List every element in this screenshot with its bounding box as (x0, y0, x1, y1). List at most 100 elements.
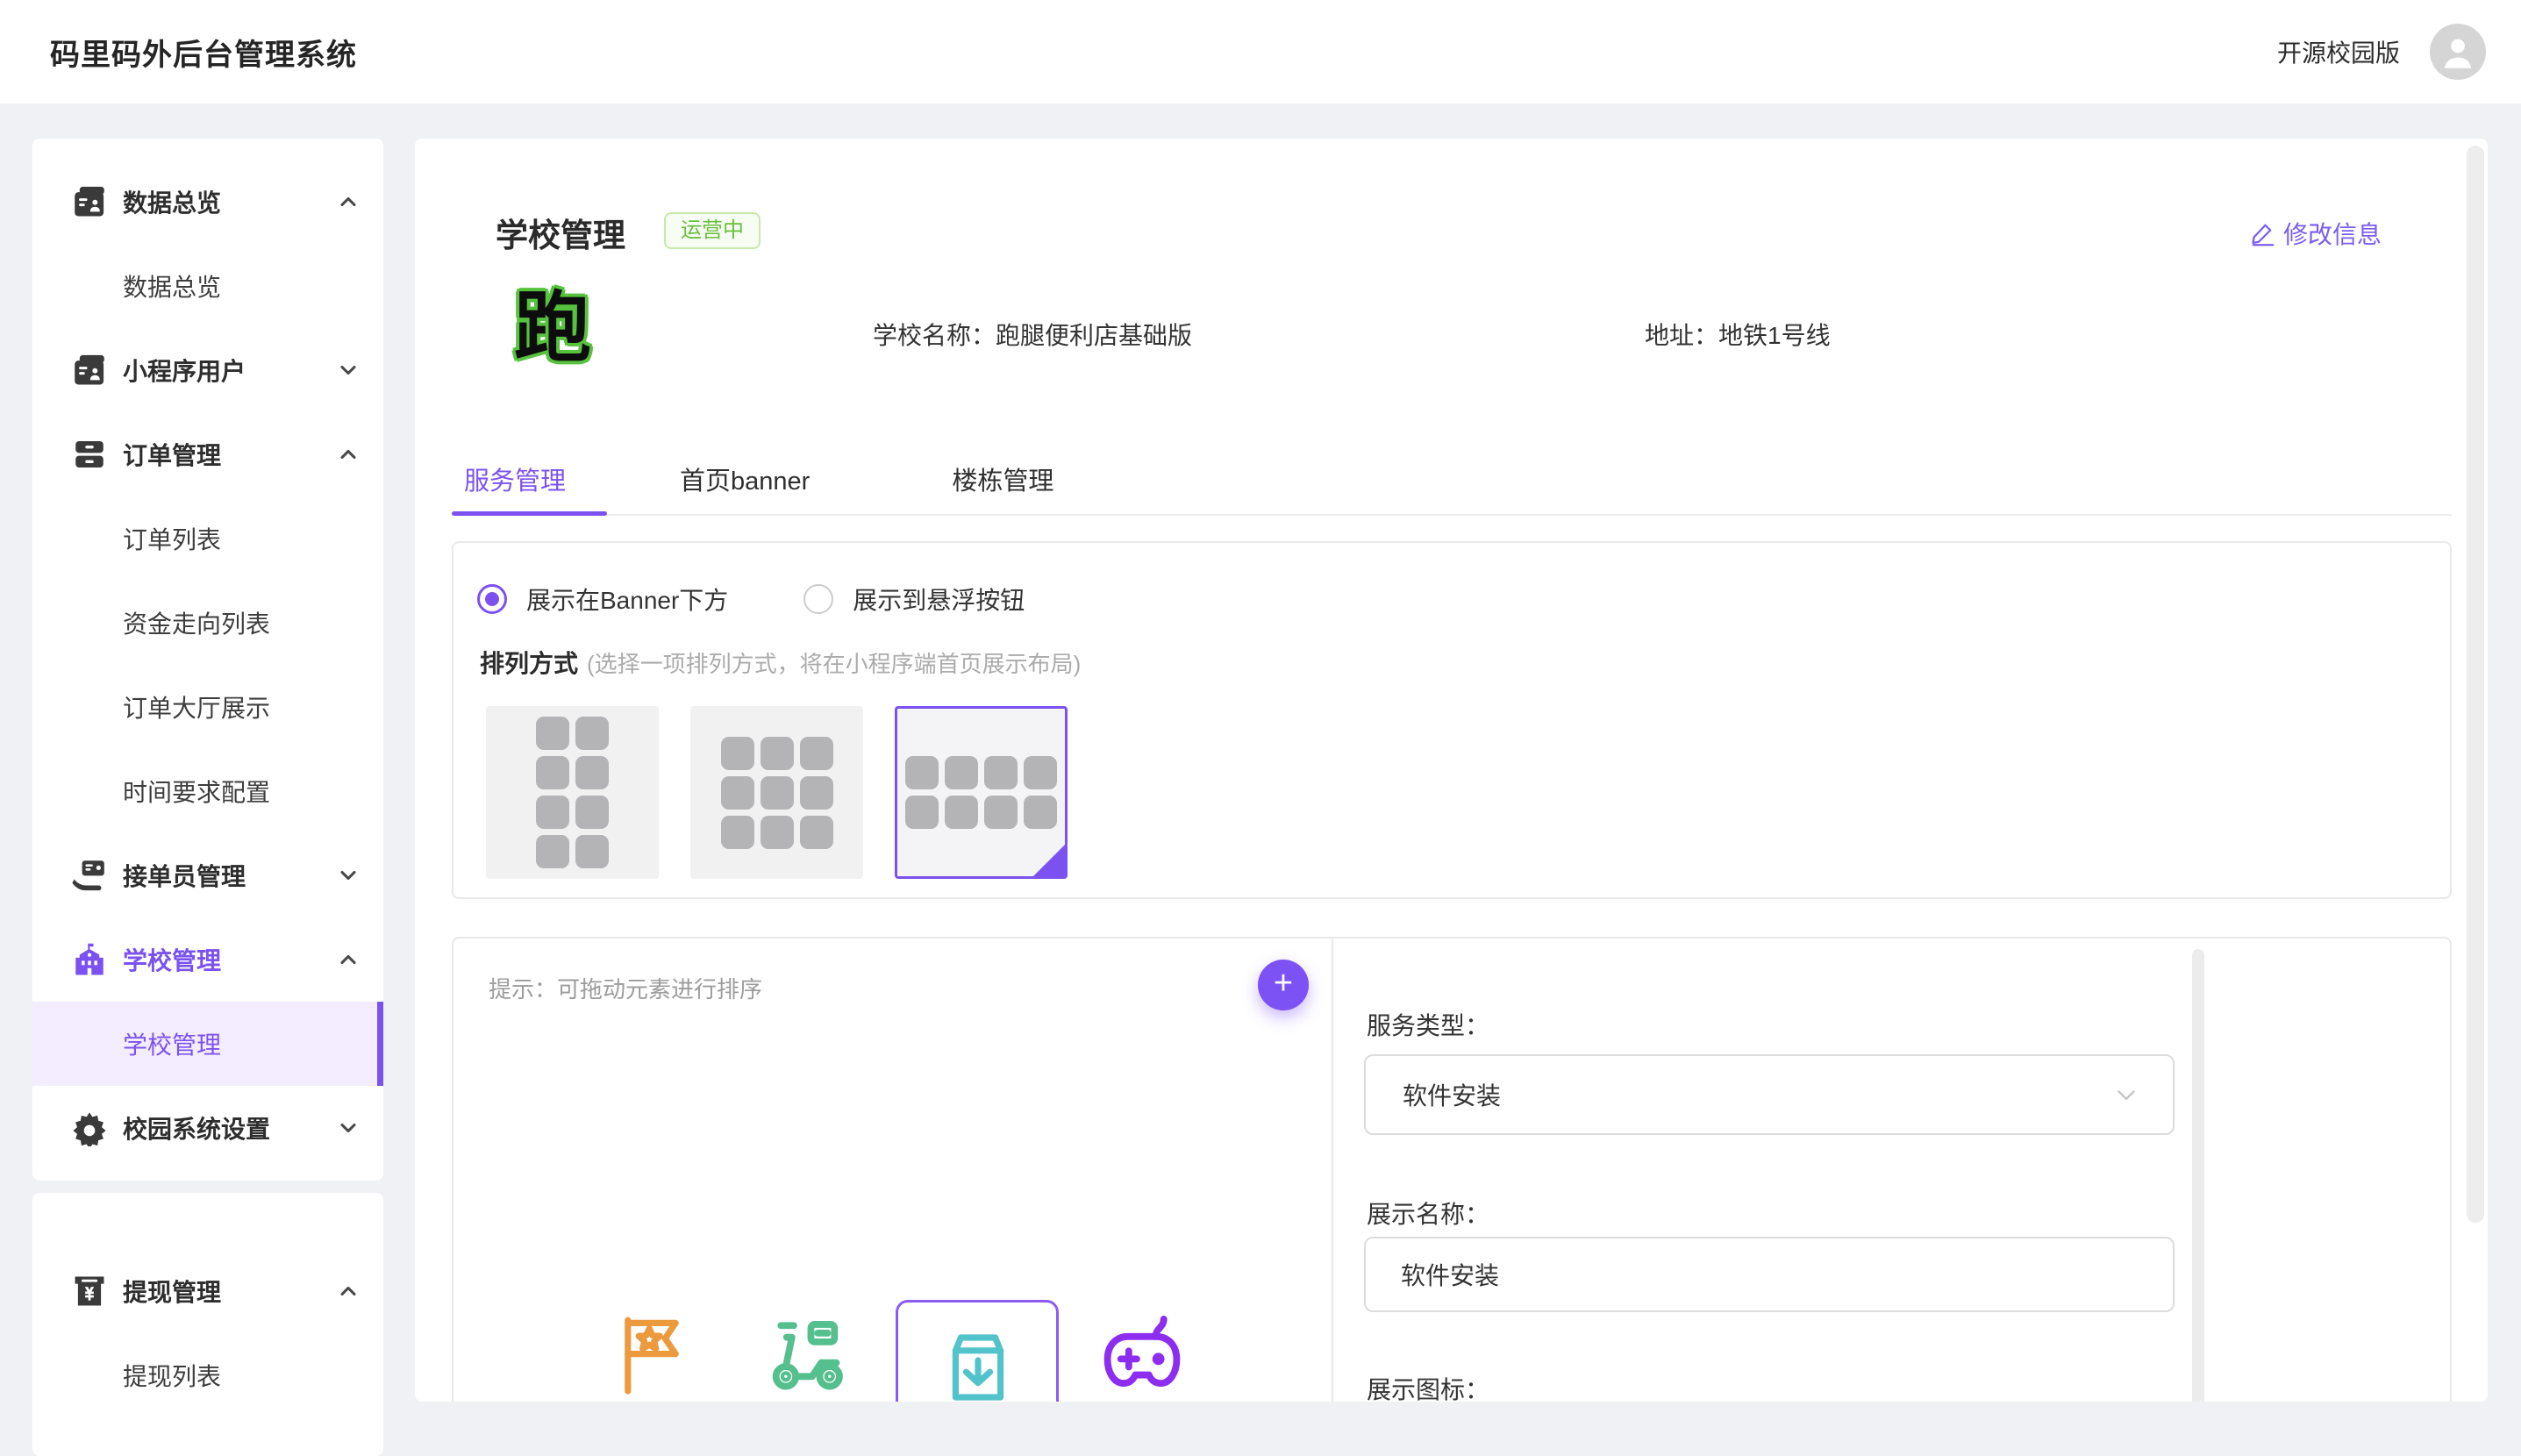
arrangement-section-title: 排列方式(选择一项排列方式，将在小程序端首页展示布局) (480, 645, 1081, 680)
service-icon-flag[interactable] (610, 1310, 694, 1395)
sidebar-item-5[interactable]: 资金走向列表 (32, 581, 383, 665)
sidebar-group-0[interactable]: 提现管理 (32, 1249, 383, 1333)
grid-cell (761, 776, 794, 810)
tab-0[interactable]: 服务管理 (464, 454, 566, 514)
sidebar-secondary: 提现管理提现列表 (32, 1193, 383, 1456)
grid-cell (905, 756, 939, 789)
sidebar-item-6[interactable]: 订单大厅展示 (32, 665, 383, 749)
display-name-input[interactable] (1364, 1237, 2175, 1312)
tab-2[interactable]: 楼栋管理 (952, 454, 1053, 514)
header-right: 开源校园版 (2277, 24, 2486, 80)
grid-cell (800, 816, 833, 849)
user-avatar[interactable] (2430, 24, 2486, 80)
menu-label: 数据总览 (123, 268, 221, 303)
menu-label: 订单管理 (123, 437, 221, 472)
drag-sort-tip: 提示：可拖动元素进行排序 (489, 972, 762, 1004)
layout-grid-preview (905, 756, 1057, 829)
grid-cell (536, 756, 569, 789)
menu-label: 接单员管理 (123, 858, 246, 893)
layout-option-2x4[interactable] (486, 706, 659, 879)
sidebar-group-9[interactable]: 学校管理 (32, 917, 383, 1002)
radio-1[interactable] (803, 584, 833, 614)
school-icon (71, 941, 108, 978)
menu-label: 资金走向列表 (123, 605, 270, 640)
menu-label: 小程序用户 (123, 353, 246, 388)
radio-label-1[interactable]: 展示到悬浮按钮 (853, 582, 1025, 617)
display-name-label: 展示名称： (1367, 1195, 1489, 1231)
grid-cell (536, 717, 569, 750)
menu-label: 提现管理 (123, 1274, 221, 1309)
sidebar-item-4[interactable]: 订单列表 (32, 496, 383, 581)
grid-cell (984, 756, 1018, 789)
sidebar-group-2[interactable]: 小程序用户 (32, 328, 383, 412)
menu-label: 时间要求配置 (123, 774, 270, 809)
idcard-icon (71, 352, 108, 389)
chevron-down-icon (2111, 1080, 2141, 1110)
grid-cell (536, 835, 569, 868)
school-name: 学校名称：跑腿便利店基础版 (873, 317, 1192, 352)
sidebar-item-1[interactable]: 提现列表 (32, 1333, 383, 1417)
service-icon-scooter[interactable] (762, 1307, 853, 1398)
menu-label: 校园系统设置 (123, 1110, 270, 1146)
sidebar-item-7[interactable]: 时间要求配置 (32, 749, 383, 833)
atm-icon (71, 1273, 108, 1310)
radio-0-selected[interactable] (477, 584, 507, 614)
grid-cell (575, 835, 609, 868)
display-settings-panel: 展示在Banner下方 展示到悬浮按钮 排列方式(选择一项排列方式，将在小程序端首… (452, 541, 2452, 899)
status-badge: 运营中 (664, 212, 761, 249)
add-service-button[interactable]: + (1258, 960, 1309, 1010)
layout-option-3x3[interactable] (690, 706, 863, 879)
grid-cell (905, 796, 939, 829)
main-scrollbar[interactable] (2467, 146, 2484, 1223)
layout-option-4x2-selected[interactable] (895, 706, 1068, 879)
chevron-up-icon (336, 1279, 361, 1303)
grid-cell (575, 796, 609, 829)
service-config-panel: 提示：可拖动元素进行排序 + 服务类型： 软件安装 展示名称： 展示图标： (452, 937, 2452, 1402)
layout-grid-preview (536, 717, 609, 868)
handcard-icon (71, 857, 108, 894)
grid-cell (984, 796, 1018, 829)
edition-label[interactable]: 开源校园版 (2277, 34, 2400, 69)
service-type-select[interactable]: 软件安装 (1364, 1054, 2175, 1135)
form-scrollbar[interactable] (2192, 949, 2204, 1402)
edit-info-link[interactable]: 修改信息 (2250, 216, 2382, 251)
sidebar-item-10[interactable]: 学校管理 (32, 1002, 383, 1086)
menu-label: 提现列表 (123, 1358, 221, 1393)
sidebar-group-8[interactable]: 接单员管理 (32, 833, 383, 917)
radio-label-0[interactable]: 展示在Banner下方 (526, 582, 728, 617)
grid-cell (945, 756, 978, 789)
sidebar-main: 数据总览数据总览小程序用户订单管理订单列表资金走向列表订单大厅展示时间要求配置接… (32, 139, 383, 1181)
display-position-radios: 展示在Banner下方 展示到悬浮按钮 (477, 582, 1025, 617)
grid-cell (761, 737, 794, 770)
menu-label: 数据总览 (123, 184, 221, 219)
grid-cell (721, 737, 754, 770)
school-logo: 跑 (514, 286, 591, 371)
sidebar-group-0[interactable]: 数据总览 (32, 160, 383, 244)
menu-label: 订单大厅展示 (123, 689, 270, 724)
service-icon-gamepad[interactable] (1096, 1307, 1188, 1398)
grid-cell (536, 796, 569, 829)
tab-1[interactable]: 首页banner (680, 454, 810, 514)
layout-options (486, 706, 1068, 879)
tab-bar: 服务管理 首页banner 楼栋管理 (452, 454, 2452, 516)
display-icon-label: 展示图标： (1367, 1371, 1489, 1402)
grid-cell (721, 816, 754, 849)
pencil-icon (2250, 220, 2276, 246)
sidebar-group-3[interactable]: 订单管理 (32, 412, 383, 496)
drawer-icon (71, 436, 108, 473)
edit-info-label: 修改信息 (2283, 216, 2382, 251)
idcard-icon (71, 183, 108, 220)
menu-label: 订单列表 (123, 521, 221, 556)
gear-icon (71, 1110, 108, 1146)
school-address: 地址：地铁1号线 (1645, 317, 1831, 352)
chevron-up-icon (336, 189, 361, 214)
grid-cell (800, 737, 833, 770)
service-form: 服务类型： 软件安装 展示名称： 展示图标： (1332, 939, 2450, 1402)
chevron-down-icon (336, 1116, 361, 1140)
sidebar-item-1[interactable]: 数据总览 (32, 244, 383, 328)
page-title: 学校管理 (496, 209, 625, 256)
sidebar-group-11[interactable]: 校园系统设置 (32, 1086, 383, 1170)
service-icon-package-selected[interactable] (896, 1300, 1059, 1402)
service-type-label: 服务类型： (1367, 1007, 1489, 1042)
active-tab-indicator (452, 511, 607, 516)
